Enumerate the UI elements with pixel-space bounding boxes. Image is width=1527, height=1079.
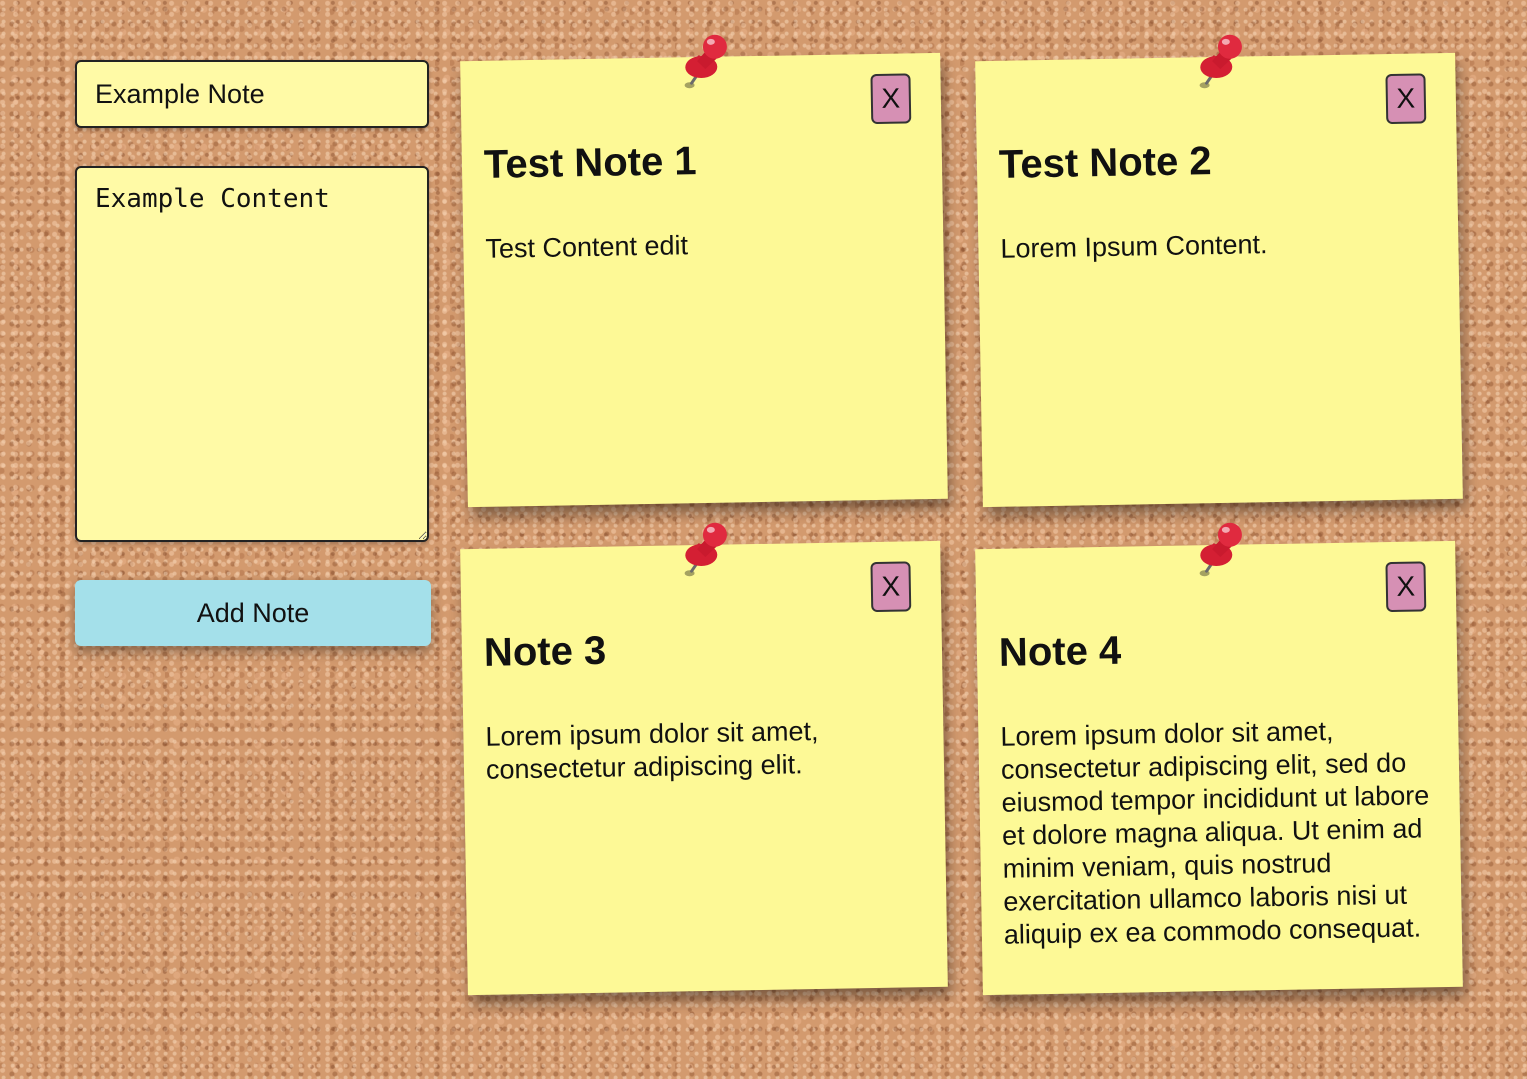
- delete-note-button[interactable]: X: [870, 73, 912, 125]
- pushpin-icon: [1199, 522, 1242, 577]
- note-title-input[interactable]: [75, 60, 429, 128]
- note-card-2: X Test Note 2 Lorem Ipsum Content.: [975, 34, 1463, 508]
- delete-note-button[interactable]: X: [1385, 73, 1427, 125]
- note-card-3: X Note 3 Lorem ipsum dolor sit amet, con…: [460, 522, 948, 996]
- note-card-4: X Note 4 Lorem ipsum dolor sit amet, con…: [975, 522, 1463, 996]
- pushpin-icon: [1199, 34, 1242, 89]
- delete-note-button[interactable]: X: [870, 561, 912, 613]
- note-content: Test Content edit: [485, 230, 689, 264]
- note-content-textarea[interactable]: Example Content: [75, 166, 429, 542]
- delete-note-button[interactable]: X: [1385, 561, 1427, 613]
- note-title: Test Note 1: [483, 139, 697, 187]
- pushpin-icon: [684, 34, 727, 89]
- note-content: Lorem ipsum dolor sit amet, consectetur …: [1000, 715, 1430, 950]
- note-title: Note 3: [483, 628, 607, 675]
- pushpin-icon: [684, 522, 727, 577]
- note-title: Note 4: [998, 628, 1122, 675]
- note-content: Lorem Ipsum Content.: [1000, 229, 1268, 264]
- note-content: Lorem ipsum dolor sit amet, consectetur …: [485, 715, 819, 785]
- note-title: Test Note 2: [998, 139, 1212, 187]
- note-card-1: X Test Note 1 Test Content edit: [460, 34, 948, 508]
- add-note-button[interactable]: Add Note: [75, 580, 431, 646]
